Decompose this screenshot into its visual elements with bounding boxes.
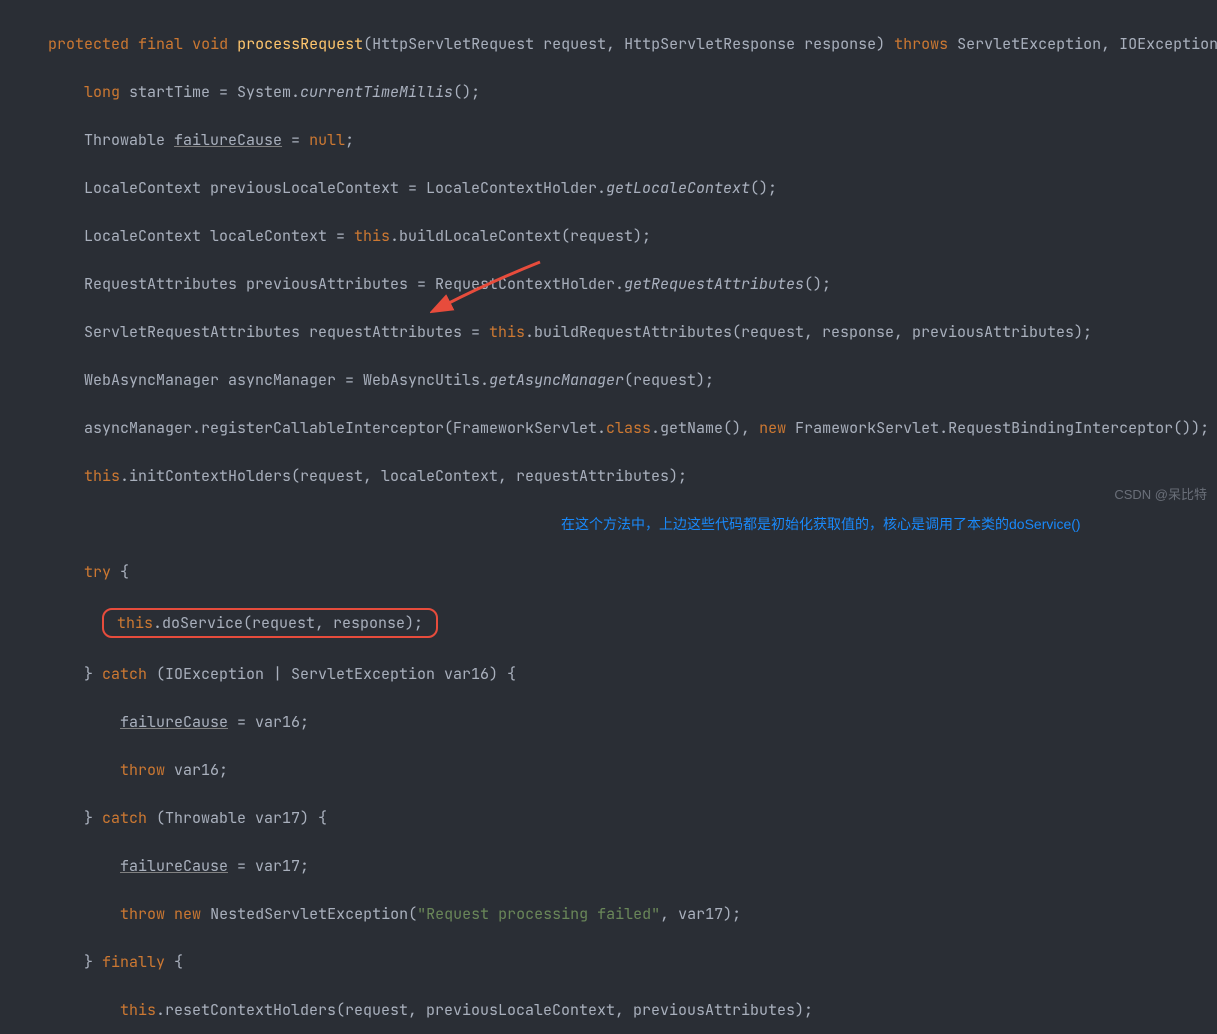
code-text: , var17); bbox=[660, 904, 741, 924]
space bbox=[165, 904, 174, 924]
highlight-box: this.doService(request, response); bbox=[102, 608, 438, 638]
code-text: WebAsyncManager asyncManager = WebAsyncU… bbox=[84, 370, 489, 390]
code-text: (); bbox=[804, 274, 831, 294]
code-line: WebAsyncManager asyncManager = WebAsyncU… bbox=[48, 368, 1217, 392]
code-line: ServletRequestAttributes requestAttribut… bbox=[48, 320, 1217, 344]
keyword-try: try bbox=[84, 562, 111, 582]
highlighted-line: this.doService(request, response); bbox=[48, 608, 1217, 638]
code-line: } finally { bbox=[48, 950, 1217, 974]
code-text: (); bbox=[453, 82, 480, 102]
keyword-void: void bbox=[192, 34, 228, 54]
code-line: Throwable failureCause = null; bbox=[48, 128, 1217, 152]
code-line: protected final void processRequest(Http… bbox=[48, 32, 1217, 56]
brace: } bbox=[84, 664, 102, 684]
keyword-catch: catch bbox=[102, 808, 147, 828]
code-text: .buildLocaleContext(request); bbox=[390, 226, 651, 246]
code-text: NestedServletException( bbox=[201, 904, 417, 924]
code-text: (); bbox=[750, 178, 777, 198]
code-text: .resetContextHolders(request, previousLo… bbox=[156, 1000, 813, 1020]
code-text: .doService(request, response); bbox=[153, 613, 423, 633]
keyword-throw: throw bbox=[120, 904, 165, 924]
code-line: throw var16; bbox=[48, 758, 1217, 782]
static-method: getLocaleContext bbox=[606, 178, 750, 198]
keyword-new: new bbox=[174, 904, 201, 924]
code-text: = var16; bbox=[228, 712, 309, 732]
keyword-this: this bbox=[120, 1000, 156, 1020]
keyword-long: long bbox=[84, 82, 120, 102]
keyword-protected: protected bbox=[48, 34, 129, 54]
code-line: long startTime = System.currentTimeMilli… bbox=[48, 80, 1217, 104]
keyword-new: new bbox=[759, 418, 786, 438]
code-line: } catch (IOException | ServletException … bbox=[48, 662, 1217, 686]
code-line: failureCause = var16; bbox=[48, 710, 1217, 734]
annotation-line: 在这个方法中，上边这些代码都是初始化获取值的，核心是调用了本类的doServic… bbox=[48, 512, 1217, 536]
keyword-final: final bbox=[138, 34, 183, 54]
code-text: asyncManager.registerCallableInterceptor… bbox=[84, 418, 606, 438]
code-text: (Throwable var17) { bbox=[147, 808, 327, 828]
variable: failureCause bbox=[174, 130, 282, 150]
brace: { bbox=[165, 952, 183, 972]
keyword-throws: throws bbox=[894, 34, 948, 54]
code-text: = bbox=[282, 130, 309, 150]
code-text: (request); bbox=[624, 370, 714, 390]
static-method: getRequestAttributes bbox=[624, 274, 804, 294]
code-text: ServletRequestAttributes requestAttribut… bbox=[84, 322, 489, 342]
code-text: LocaleContext localeContext = bbox=[84, 226, 354, 246]
type: Throwable bbox=[84, 130, 174, 150]
keyword-catch: catch bbox=[102, 664, 147, 684]
code-line: failureCause = var17; bbox=[48, 854, 1217, 878]
code-line: LocaleContext localeContext = this.build… bbox=[48, 224, 1217, 248]
code-line: asyncManager.registerCallableInterceptor… bbox=[48, 416, 1217, 440]
keyword-class: class bbox=[606, 418, 651, 438]
code-editor: protected final void processRequest(Http… bbox=[0, 0, 1217, 1034]
static-method: currentTimeMillis bbox=[300, 82, 453, 102]
keyword-throw: throw bbox=[120, 760, 165, 780]
keyword-null: null bbox=[309, 130, 345, 150]
method-name: processRequest bbox=[237, 34, 363, 54]
code-text: startTime = System. bbox=[120, 82, 300, 102]
semi: ; bbox=[345, 130, 354, 150]
keyword-finally: finally bbox=[102, 952, 165, 972]
code-line: this.initContextHolders(request, localeC… bbox=[48, 464, 1217, 488]
code-text: (IOException | ServletException var16) { bbox=[147, 664, 516, 684]
code-text: LocaleContext previousLocaleContext = Lo… bbox=[84, 178, 606, 198]
variable: failureCause bbox=[120, 856, 228, 876]
code-text: FrameworkServlet.RequestBindingIntercept… bbox=[786, 418, 1209, 438]
code-text: .getName(), bbox=[651, 418, 759, 438]
keyword-this: this bbox=[117, 613, 153, 633]
code-text: .initContextHolders(request, localeConte… bbox=[120, 466, 687, 486]
brace: { bbox=[111, 562, 129, 582]
watermark: CSDN @呆比特 bbox=[1114, 483, 1207, 507]
code-text: .buildRequestAttributes(request, respons… bbox=[525, 322, 1092, 342]
string-literal: "Request processing failed" bbox=[417, 904, 660, 924]
keyword-this: this bbox=[354, 226, 390, 246]
code-line: LocaleContext previousLocaleContext = Lo… bbox=[48, 176, 1217, 200]
exceptions: ServletException, IOException bbox=[948, 34, 1217, 54]
variable: failureCause bbox=[120, 712, 228, 732]
keyword-this: this bbox=[84, 466, 120, 486]
code-line: } catch (Throwable var17) { bbox=[48, 806, 1217, 830]
code-text: = var17; bbox=[228, 856, 309, 876]
keyword-this: this bbox=[489, 322, 525, 342]
annotation-text: 在这个方法中，上边这些代码都是初始化获取值的，核心是调用了本类的doServic… bbox=[561, 516, 1081, 532]
code-line: RequestAttributes previousAttributes = R… bbox=[48, 272, 1217, 296]
code-line: this.resetContextHolders(request, previo… bbox=[48, 998, 1217, 1022]
code-line: throw new NestedServletException("Reques… bbox=[48, 902, 1217, 926]
brace: } bbox=[84, 952, 102, 972]
code-text: var16; bbox=[165, 760, 228, 780]
params: (HttpServletRequest request, HttpServlet… bbox=[363, 34, 894, 54]
code-text: RequestAttributes previousAttributes = R… bbox=[84, 274, 624, 294]
static-method: getAsyncManager bbox=[489, 370, 624, 390]
brace: } bbox=[84, 808, 102, 828]
code-line: try { bbox=[48, 560, 1217, 584]
